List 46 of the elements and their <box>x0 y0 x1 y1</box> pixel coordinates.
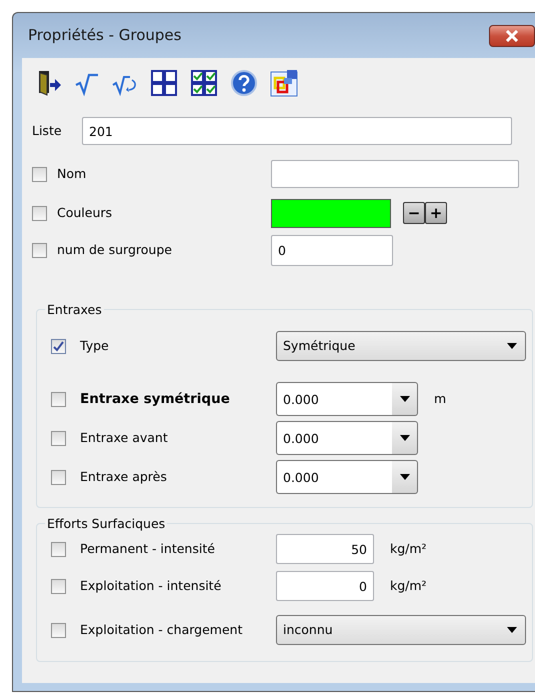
checked-grid-icon[interactable] <box>190 69 218 97</box>
field-label: num de surgroupe <box>57 240 173 259</box>
unit-label: kg/m² <box>390 540 427 558</box>
checkbox[interactable] <box>51 542 66 556</box>
text-field[interactable] <box>271 160 519 188</box>
plus-button[interactable]: + <box>425 202 447 224</box>
door-icon[interactable] <box>36 69 62 97</box>
liste-field[interactable]: 201 <box>82 117 512 145</box>
close-icon <box>504 30 520 42</box>
close-button[interactable] <box>489 24 535 46</box>
windows-icon[interactable] <box>270 69 298 97</box>
dropdown[interactable]: inconnu <box>276 615 526 645</box>
minus-button[interactable]: − <box>403 202 425 224</box>
grid-icon[interactable] <box>150 69 178 97</box>
number-field[interactable]: 0 <box>276 571 374 601</box>
checkbox[interactable] <box>51 622 66 638</box>
field-label: Entraxe après <box>80 468 168 486</box>
checkbox[interactable] <box>32 206 47 220</box>
help-icon[interactable] <box>230 69 258 97</box>
window-title: Propriétés - Groupes <box>28 25 182 46</box>
field-label: Exploitation - intensité <box>80 576 222 595</box>
caret-icon <box>507 343 517 349</box>
field-label: Exploitation - chargement <box>80 620 244 639</box>
field-label: Nom <box>57 164 88 183</box>
color-swatch[interactable] <box>271 198 391 228</box>
checkbox[interactable] <box>51 392 66 406</box>
number-field[interactable]: 50 <box>276 534 374 564</box>
dropdown[interactable]: Symétrique <box>276 331 526 361</box>
caret-icon <box>507 627 517 633</box>
group-title: Entraxes <box>46 302 103 317</box>
field-label: Couleurs <box>57 204 114 222</box>
field-label: Type <box>80 336 110 355</box>
field-label: Entraxe avant <box>80 428 169 447</box>
liste-label: Liste <box>32 122 63 140</box>
unit-label: kg/m² <box>390 576 427 595</box>
checkbox[interactable] <box>51 470 66 484</box>
checkbox[interactable] <box>51 430 66 446</box>
text-field[interactable]: 0 <box>271 234 393 266</box>
checkbox[interactable] <box>32 166 47 182</box>
unit-label: m <box>434 390 446 408</box>
field-label: Entraxe symétrique <box>80 390 231 409</box>
checkbox[interactable] <box>51 338 66 354</box>
field-label: Permanent - intensité <box>80 540 216 558</box>
checkbox[interactable] <box>51 578 66 594</box>
group-title: Efforts Surfaciques <box>46 516 166 531</box>
checkbox[interactable] <box>32 242 47 258</box>
